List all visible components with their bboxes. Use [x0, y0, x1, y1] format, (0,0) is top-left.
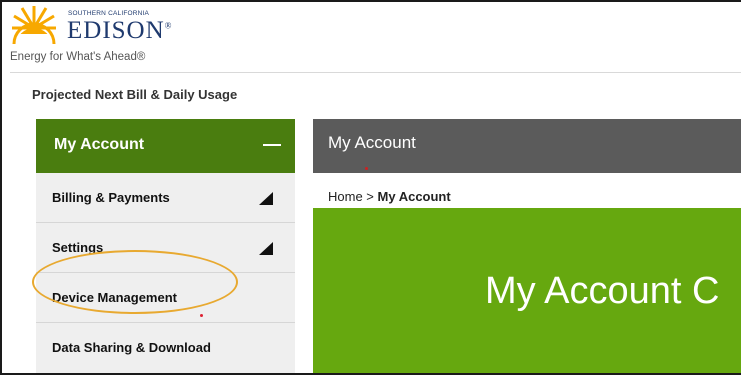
logo-brand: EDISON®	[67, 17, 173, 45]
sidebar-item-data-sharing-download[interactable]: Data Sharing & Download	[36, 323, 295, 373]
breadcrumb-current: My Account	[377, 189, 451, 204]
projected-bill-link[interactable]: Projected Next Bill & Daily Usage	[32, 87, 237, 102]
expand-triangle-icon[interactable]	[259, 242, 273, 255]
edison-logo[interactable]: SOUTHERN CALIFORNIA EDISON® Energy for W…	[10, 4, 230, 68]
hero-banner: My Account C	[313, 208, 741, 373]
sidebar-item-label: Data Sharing & Download	[52, 340, 211, 355]
red-marker-dot	[365, 167, 368, 170]
logo-tagline: Energy for What's Ahead®	[10, 51, 146, 63]
breadcrumb-separator: >	[362, 189, 378, 204]
minus-icon[interactable]	[263, 144, 281, 146]
logo-small-text: SOUTHERN CALIFORNIA	[68, 10, 150, 17]
sidebar-item-billing-payments[interactable]: Billing & Payments	[36, 173, 295, 223]
sidebar-header-my-account[interactable]: My Account	[36, 119, 295, 173]
main-title: My Account	[328, 133, 416, 152]
hero-title: My Account C	[485, 270, 720, 312]
logo-brand-text: EDISON	[67, 17, 165, 44]
sun-logo-icon	[10, 4, 58, 46]
logo-registered-mark: ®	[164, 20, 173, 31]
page-frame: SOUTHERN CALIFORNIA EDISON® Energy for W…	[0, 0, 741, 375]
breadcrumb-home-link[interactable]: Home	[328, 189, 363, 204]
breadcrumb: Home > My Account	[328, 189, 451, 204]
sidebar: My Account Billing & Payments Settings D…	[10, 119, 295, 373]
expand-triangle-icon[interactable]	[259, 192, 273, 205]
header-divider	[10, 72, 741, 73]
sidebar-item-label: Billing & Payments	[52, 190, 170, 205]
device-management-highlight-circle	[32, 250, 238, 314]
red-marker-dot	[200, 314, 203, 317]
sidebar-header-label: My Account	[54, 136, 145, 153]
main-title-bar: My Account	[313, 119, 741, 173]
